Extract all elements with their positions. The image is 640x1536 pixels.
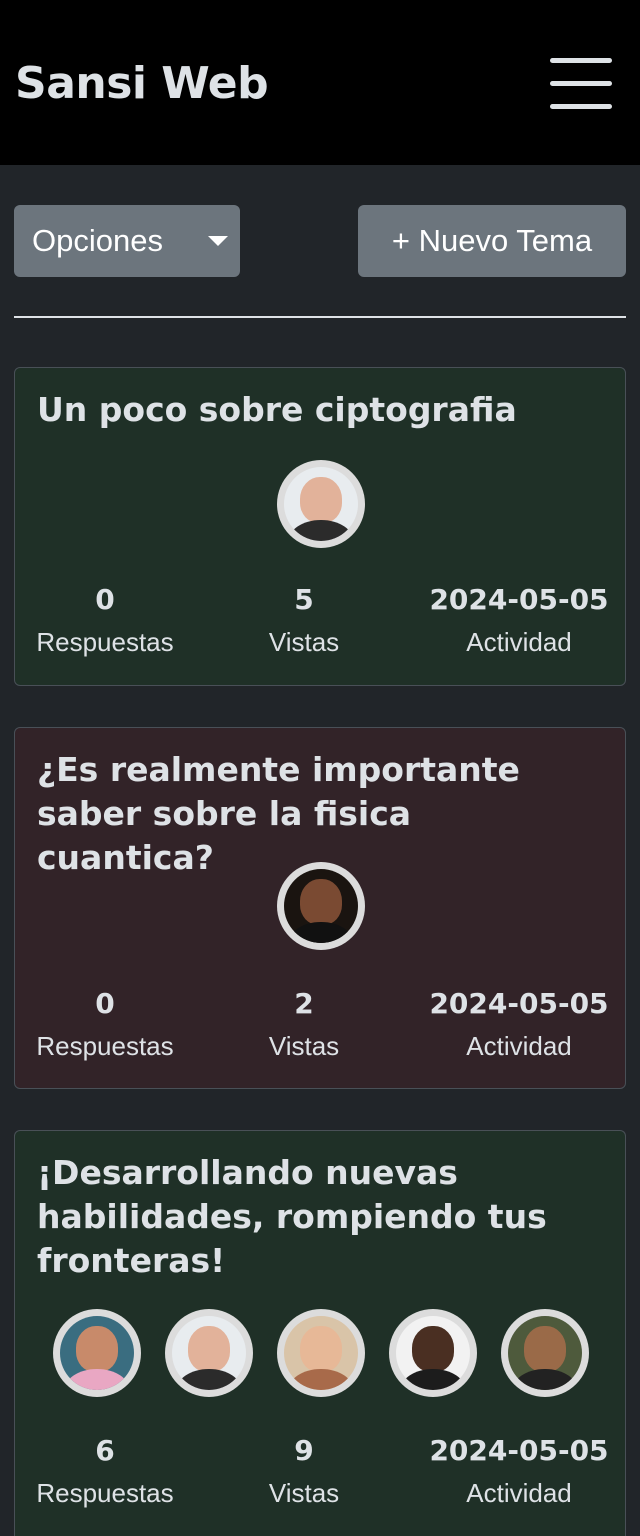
activity-date: 2024-05-05: [429, 987, 609, 1020]
user-avatar[interactable]: [277, 460, 365, 548]
user-avatar[interactable]: [389, 1309, 477, 1397]
views-label: Vistas: [268, 1478, 340, 1508]
brand-title[interactable]: Sansi Web: [15, 56, 269, 112]
replies-label: Respuestas: [36, 627, 174, 657]
replies-count: 6: [95, 1434, 115, 1467]
activity-date: 2024-05-05: [429, 583, 609, 616]
menu-bar: [550, 81, 612, 86]
replies-label: Respuestas: [36, 1478, 174, 1508]
replies-count: 0: [95, 987, 115, 1020]
navbar: Sansi Web: [0, 0, 640, 165]
user-avatar[interactable]: [501, 1309, 589, 1397]
views-count: 9: [294, 1434, 314, 1467]
activity-label: Actividad: [466, 1031, 572, 1061]
caret-down-icon: [208, 236, 228, 246]
topic-title[interactable]: ¡Desarrollando nuevas habilidades, rompi…: [37, 1151, 597, 1283]
user-avatar[interactable]: [53, 1309, 141, 1397]
views-count: 5: [294, 583, 314, 616]
divider: [14, 316, 626, 318]
menu-toggle-icon[interactable]: [545, 56, 615, 112]
activity-date: 2024-05-05: [429, 1434, 609, 1467]
topic-card[interactable]: ¡Desarrollando nuevas habilidades, rompi…: [14, 1130, 626, 1536]
menu-bar: [550, 58, 612, 63]
views-label: Vistas: [268, 627, 340, 657]
menu-bar: [550, 104, 612, 109]
activity-label: Actividad: [466, 1478, 572, 1508]
options-dropdown-button[interactable]: Opciones: [14, 205, 240, 277]
replies-label: Respuestas: [36, 1031, 174, 1061]
views-count: 2: [294, 987, 314, 1020]
user-avatar[interactable]: [165, 1309, 253, 1397]
new-topic-button[interactable]: + Nuevo Tema: [358, 205, 626, 277]
activity-label: Actividad: [466, 627, 572, 657]
views-label: Vistas: [268, 1031, 340, 1061]
topic-card[interactable]: Un poco sobre ciptografia 0 Respuestas 5…: [14, 367, 626, 686]
user-avatar[interactable]: [277, 1309, 365, 1397]
topic-title[interactable]: Un poco sobre ciptografia: [37, 388, 597, 432]
topic-card[interactable]: ¿Es realmente importante saber sobre la …: [14, 727, 626, 1089]
replies-count: 0: [95, 583, 115, 616]
user-avatar[interactable]: [277, 862, 365, 950]
options-label: Opciones: [32, 223, 163, 258]
topic-title[interactable]: ¿Es realmente importante saber sobre la …: [37, 748, 597, 880]
